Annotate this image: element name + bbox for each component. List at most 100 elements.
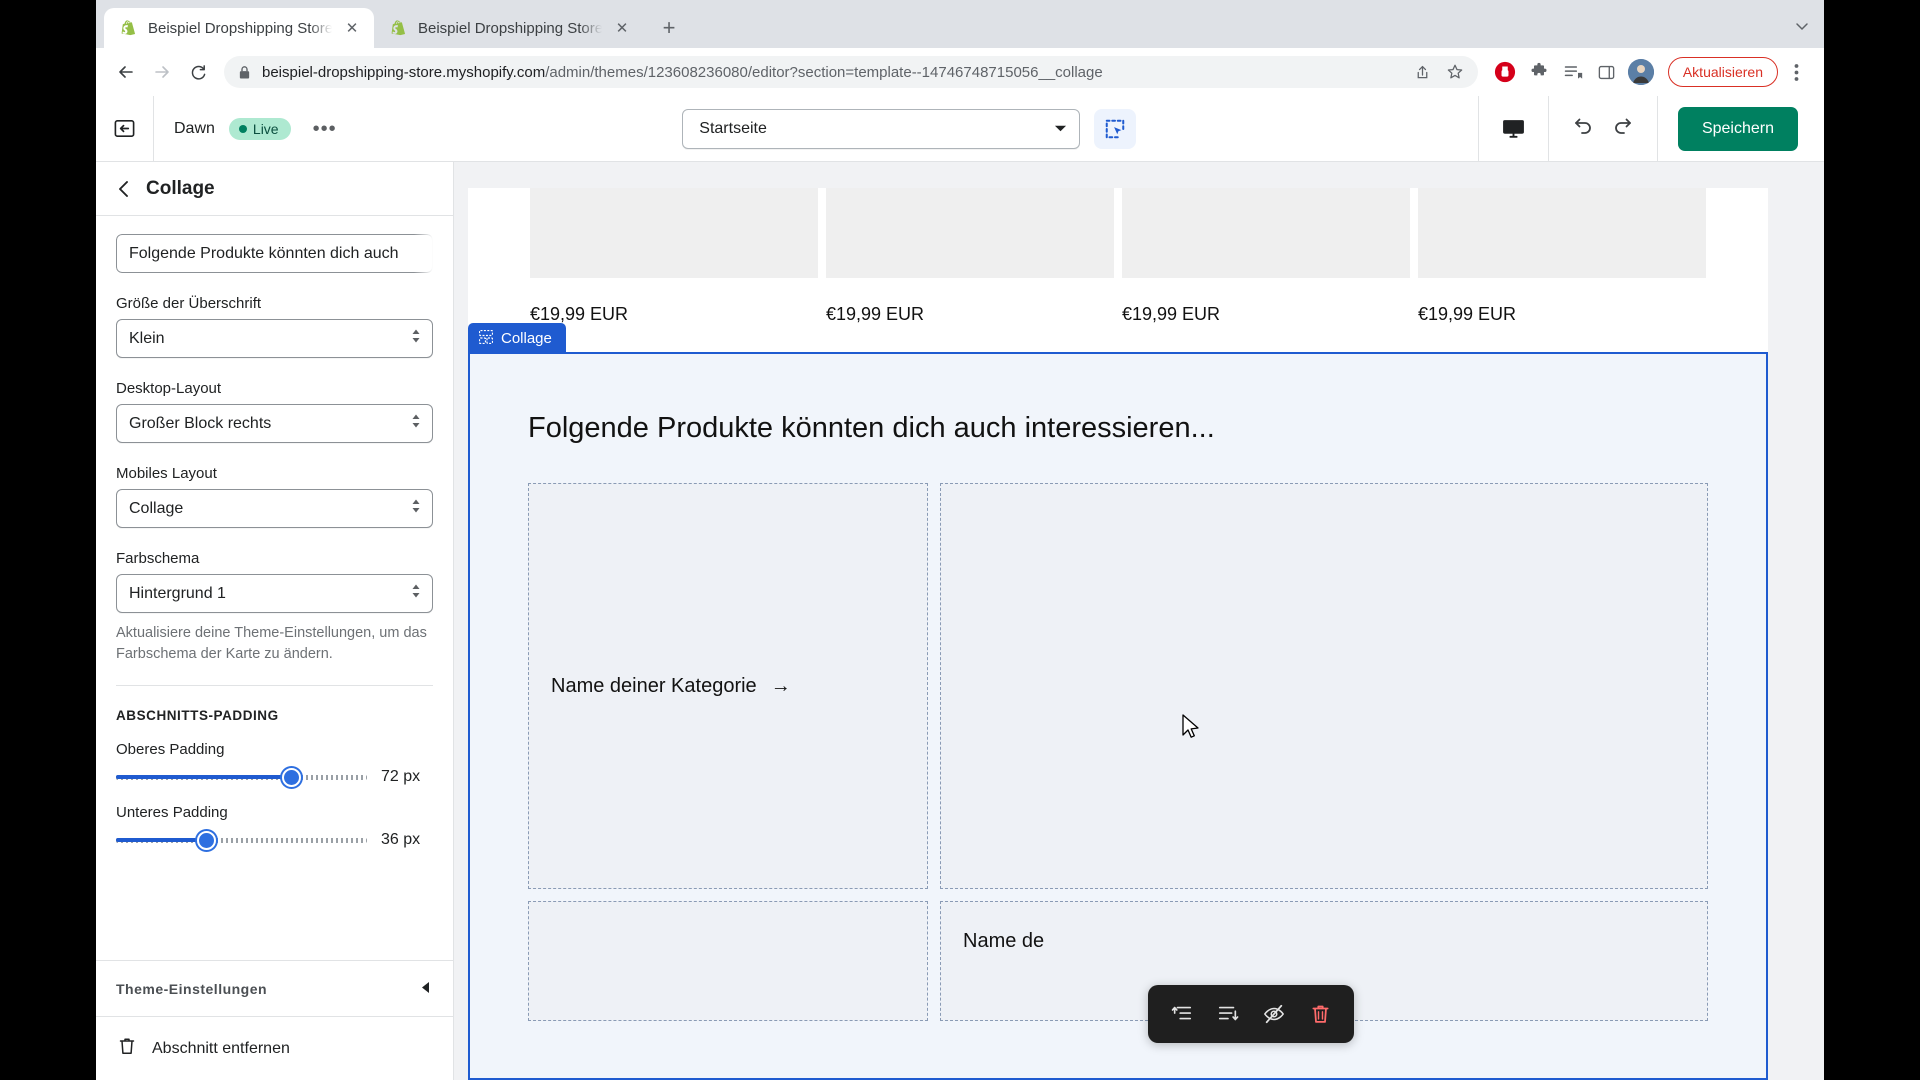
undo-redo-group xyxy=(1549,114,1657,143)
desktop-layout-select[interactable]: Großer Block rechts xyxy=(116,404,433,443)
star-icon[interactable] xyxy=(1444,61,1466,83)
url-text: beispiel-dropshipping-store.myshopify.co… xyxy=(262,64,1402,81)
shopify-icon xyxy=(120,19,138,37)
select-value: Klein xyxy=(129,329,165,347)
back-arrow-icon[interactable] xyxy=(110,56,142,88)
remove-section-button[interactable]: Abschnitt entfernen xyxy=(96,1016,453,1080)
move-down-button[interactable] xyxy=(1208,994,1248,1034)
product-price: €19,99 EUR xyxy=(826,304,925,324)
forward-arrow-icon[interactable] xyxy=(146,56,178,88)
browser-tab-1[interactable]: Beispiel Dropshipping Store · D ✕ xyxy=(104,8,374,48)
reload-icon[interactable] xyxy=(182,56,214,88)
product-image-placeholder xyxy=(1418,188,1706,278)
theme-settings-row[interactable]: Theme-Einstellungen xyxy=(96,960,453,1016)
top-padding-slider[interactable] xyxy=(116,767,367,787)
new-tab-button[interactable]: + xyxy=(652,11,686,45)
adblock-icon[interactable] xyxy=(1490,57,1520,87)
collage-block-2[interactable] xyxy=(940,483,1708,889)
close-icon[interactable]: ✕ xyxy=(612,18,632,38)
page-selector-value: Startseite xyxy=(699,119,767,137)
color-scheme-help: Aktualisiere deine Theme-Einstellungen, … xyxy=(116,625,427,663)
field-desktop-layout: Desktop-Layout Großer Block rechts xyxy=(116,380,433,443)
stepper-icon xyxy=(410,582,422,605)
profile-avatar[interactable] xyxy=(1627,59,1654,85)
selected-section-collage[interactable]: Collage Folgende Produkte könnten dich a… xyxy=(468,323,1768,1080)
chevron-down-icon[interactable] xyxy=(1794,18,1810,39)
delete-block-button[interactable] xyxy=(1300,994,1340,1034)
slider-row: 72 px xyxy=(116,767,433,787)
collage-block-1-label: Name deiner Kategorie → xyxy=(529,675,791,698)
kebab-menu-icon[interactable] xyxy=(1782,57,1810,87)
side-panel-icon[interactable] xyxy=(1592,57,1622,87)
bottom-padding-value: 36 px xyxy=(381,831,421,849)
live-dot-icon xyxy=(238,124,247,133)
puzzle-piece-icon[interactable] xyxy=(1524,57,1554,87)
url-host: beispiel-dropshipping-store.myshopify.co… xyxy=(262,63,546,81)
browser-tab-2[interactable]: Beispiel Dropshipping Store · B ✕ xyxy=(374,8,644,48)
stepper-icon xyxy=(410,327,422,350)
close-icon[interactable]: ✕ xyxy=(342,18,362,38)
collage-column-right: Name de xyxy=(940,483,1708,1021)
product-image-placeholder xyxy=(530,188,818,278)
chevron-down-icon xyxy=(1054,120,1067,138)
product-grid: €19,99 EUR €19,99 EUR €19,99 EUR €19,99 … xyxy=(468,188,1768,325)
product-price: €19,99 EUR xyxy=(1418,304,1517,324)
padding-section-title: Abschnitts-Padding xyxy=(116,708,279,724)
field-color-scheme: Farbschema Hintergrund 1 Aktualisiere de… xyxy=(116,550,433,665)
status-badge: Live xyxy=(228,117,291,140)
product-card[interactable]: €19,99 EUR xyxy=(530,188,818,325)
chevron-left-icon[interactable] xyxy=(116,180,132,198)
collage-block-3[interactable] xyxy=(528,901,928,1021)
select-value: Hintergrund 1 xyxy=(129,584,226,602)
sidebar-header: Collage xyxy=(96,162,453,216)
product-image-placeholder xyxy=(826,188,1114,278)
desktop-preview-icon[interactable] xyxy=(1479,96,1548,161)
theme-info: Dawn Live ••• xyxy=(154,117,341,140)
move-up-button[interactable] xyxy=(1162,994,1202,1034)
select-value: Collage xyxy=(129,499,184,517)
bottom-padding-slider[interactable] xyxy=(116,830,367,850)
exit-editor-icon[interactable] xyxy=(96,96,154,161)
slider-thumb[interactable] xyxy=(282,767,302,787)
editor-right-controls: Speichern xyxy=(1477,96,1824,161)
store-page-canvas: €19,99 EUR €19,99 EUR €19,99 EUR €19,99 … xyxy=(468,188,1768,1080)
product-price: €19,99 EUR xyxy=(1122,304,1221,324)
heading-size-select[interactable]: Klein xyxy=(116,319,433,358)
page-selector[interactable]: Startseite xyxy=(682,108,1081,149)
browser-toolbar: beispiel-dropshipping-store.myshopify.co… xyxy=(96,48,1824,96)
inspector-select-icon[interactable] xyxy=(1094,108,1137,149)
redo-icon[interactable] xyxy=(1611,114,1635,143)
mobile-layout-select[interactable]: Collage xyxy=(116,489,433,528)
collage-block-1[interactable]: Name deiner Kategorie → xyxy=(528,483,928,889)
theme-actions-button[interactable]: ••• xyxy=(309,119,341,139)
lock-icon xyxy=(238,65,252,80)
theme-settings-label: Theme-Einstellungen xyxy=(116,980,268,997)
collage-block-4-label: Name de xyxy=(963,930,1045,952)
product-card[interactable]: €19,99 EUR xyxy=(1418,188,1706,325)
tab-title: Beispiel Dropshipping Store · B xyxy=(418,19,602,37)
status-badge-label: Live xyxy=(252,120,279,137)
section-tag[interactable]: Collage xyxy=(468,323,566,354)
reading-list-icon[interactable] xyxy=(1558,57,1588,87)
color-scheme-select[interactable]: Hintergrund 1 xyxy=(116,574,433,613)
select-value: Großer Block rechts xyxy=(129,414,272,432)
address-bar[interactable]: beispiel-dropshipping-store.myshopify.co… xyxy=(224,56,1478,88)
divider xyxy=(116,685,433,687)
theme-preview: €19,99 EUR €19,99 EUR €19,99 EUR €19,99 … xyxy=(454,162,1824,1080)
sidebar-content: Folgende Produkte könnten dich auch Größ… xyxy=(96,216,453,960)
slider-thumb[interactable] xyxy=(196,830,216,850)
trash-icon xyxy=(118,1036,136,1061)
undo-icon[interactable] xyxy=(1571,114,1595,143)
share-icon[interactable] xyxy=(1412,61,1434,83)
product-card[interactable]: €19,99 EUR xyxy=(1122,188,1410,325)
field-label: Farbschema xyxy=(116,550,200,567)
product-card[interactable]: €19,99 EUR xyxy=(826,188,1114,325)
section-tag-label: Collage xyxy=(501,330,552,347)
update-button[interactable]: Aktualisieren xyxy=(1667,57,1778,87)
save-button[interactable]: Speichern xyxy=(1677,106,1798,151)
field-heading-size: Größe der Überschrift Klein xyxy=(116,295,433,358)
hide-block-button[interactable] xyxy=(1254,994,1294,1034)
editor-center-controls: Startseite xyxy=(341,108,1478,149)
heading-text-input[interactable]: Folgende Produkte könnten dich auch xyxy=(116,234,433,273)
tab-title: Beispiel Dropshipping Store · D xyxy=(148,19,332,37)
